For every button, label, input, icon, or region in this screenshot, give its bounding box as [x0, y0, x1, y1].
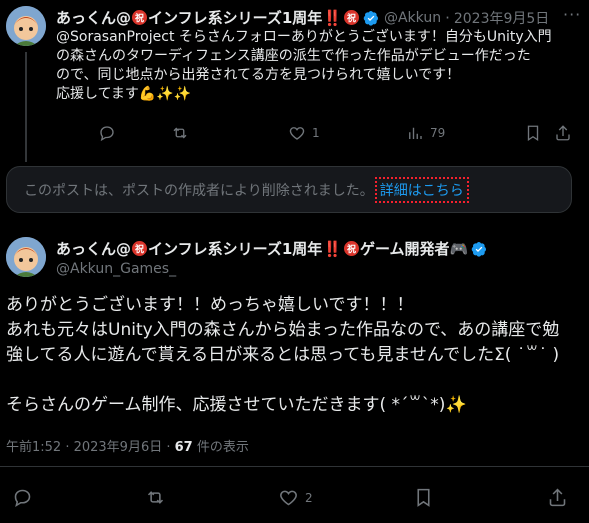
- display-name-suffix[interactable]: ゲーム開発者🎮: [360, 238, 468, 259]
- display-name[interactable]: あっくん@: [56, 7, 131, 28]
- like-count: 2: [305, 490, 313, 505]
- avatar[interactable]: [6, 6, 46, 46]
- like-button[interactable]: 2: [278, 487, 313, 508]
- user-handle[interactable]: @Akkun: [384, 10, 441, 26]
- repost-icon: [147, 491, 164, 504]
- like-button[interactable]: 1: [288, 124, 320, 142]
- tweet1-header: あっくん@ 祝 インフレ系シリーズ1周年 ‼️ 祝 @Akkun · 2023年…: [56, 7, 549, 28]
- tweet2-meta: 午前1:52 · 2023年9月6日 · 67 件の表示: [6, 436, 249, 455]
- learn-more-link[interactable]: 詳細はこちら: [374, 176, 469, 203]
- views-count: 67: [174, 440, 193, 455]
- like-icon: [280, 490, 297, 506]
- celebration-badge: 祝: [132, 241, 148, 256]
- repost-icon: [173, 127, 187, 139]
- divider: [0, 466, 589, 467]
- tweet-date[interactable]: 2023年9月5日: [454, 8, 549, 28]
- bookmark-button[interactable]: [413, 487, 434, 508]
- views-count: 79: [430, 126, 446, 140]
- views-button[interactable]: 79: [406, 124, 445, 142]
- bookmark-icon: [527, 125, 539, 142]
- like-count: 1: [312, 126, 320, 140]
- bookmark-button[interactable]: [524, 124, 542, 142]
- share-icon: [556, 125, 570, 141]
- tweet-timestamp[interactable]: 午前1:52 · 2023年9月6日 ·: [6, 440, 175, 455]
- celebration-badge: 祝: [343, 241, 359, 256]
- avatar[interactable]: [6, 237, 46, 277]
- tweet2-header: あっくん@ 祝 インフレ系シリーズ1周年 ‼️ 祝 ゲーム開発者🎮: [56, 238, 487, 259]
- display-name-suffix[interactable]: インフレ系シリーズ1周年: [148, 238, 322, 259]
- display-name[interactable]: あっくん@: [56, 238, 131, 259]
- share-button[interactable]: [554, 124, 572, 142]
- like-icon: [289, 127, 305, 140]
- bookmark-icon: [417, 488, 430, 507]
- user-handle[interactable]: @Akkun_Games_: [56, 261, 176, 277]
- more-icon[interactable]: ···: [563, 5, 581, 24]
- avatar-image: [6, 6, 46, 46]
- celebration-badge: 祝: [132, 10, 148, 25]
- repost-button[interactable]: [171, 124, 189, 142]
- share-button[interactable]: [547, 487, 568, 508]
- reply-button[interactable]: [98, 124, 116, 142]
- deleted-notice-text: このポストは、ポストの作成者により削除されました。: [24, 182, 374, 199]
- share-icon: [549, 488, 566, 507]
- tweet1-text: @SorasanProject そらさんフォローありがとうございます！自分もUn…: [56, 29, 552, 102]
- reply-button[interactable]: [12, 487, 33, 508]
- reply-icon: [100, 126, 114, 142]
- exclamation-emoji: ‼️: [323, 8, 342, 27]
- views-label: 件の表示: [192, 440, 249, 455]
- thread-line: [25, 52, 27, 162]
- exclamation-emoji: ‼️: [323, 239, 342, 258]
- verified-badge-icon: [471, 241, 487, 257]
- avatar-image: [6, 237, 46, 277]
- tweet2-text: ありがとうございます！！めっちゃ嬉しいです！！！ あれも元々はUnity入門の森…: [6, 295, 560, 415]
- views-icon: [409, 127, 422, 139]
- verified-badge-icon: [363, 10, 378, 26]
- repost-button[interactable]: [145, 487, 166, 508]
- deleted-post-notice: このポストは、ポストの作成者により削除されました。 詳細はこちら: [6, 166, 572, 213]
- celebration-badge: 祝: [343, 10, 359, 25]
- separator: ·: [445, 8, 450, 27]
- display-name-suffix[interactable]: インフレ系シリーズ1周年: [148, 7, 322, 28]
- reply-icon: [14, 489, 31, 508]
